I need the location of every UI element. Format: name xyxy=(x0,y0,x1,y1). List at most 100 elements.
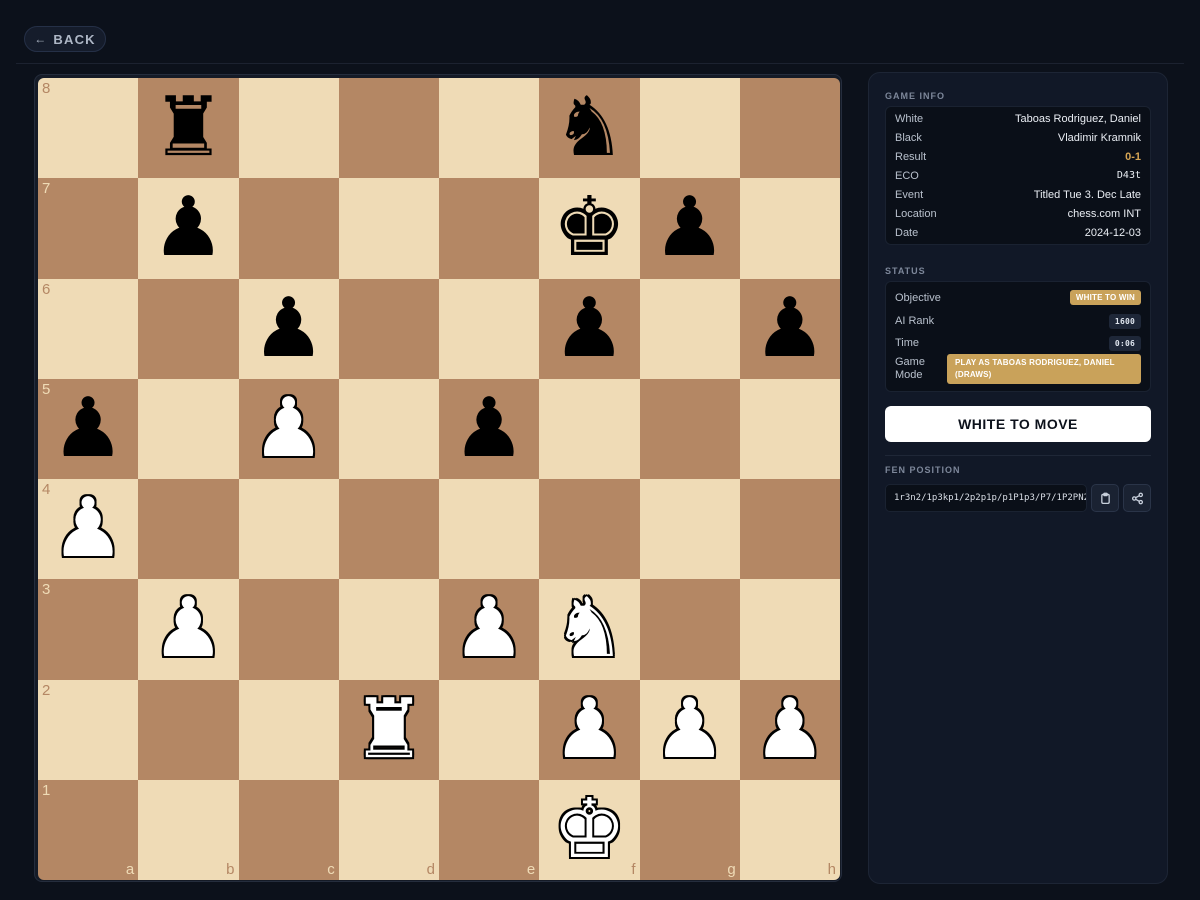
game-info-row: Date 2024-12-03 xyxy=(886,223,1150,242)
square-b2[interactable] xyxy=(138,679,239,780)
square-a1[interactable]: 1a xyxy=(38,779,139,880)
square-b8[interactable]: ♜ xyxy=(138,78,239,179)
square-g2[interactable]: ♟ xyxy=(639,679,740,780)
square-c7[interactable] xyxy=(238,178,339,279)
square-c8[interactable] xyxy=(238,78,339,179)
rank-label: 8 xyxy=(42,80,51,97)
square-c5[interactable]: ♟ xyxy=(238,378,339,479)
square-d7[interactable] xyxy=(338,178,439,279)
square-c6[interactable]: ♟ xyxy=(238,278,339,379)
share-button[interactable] xyxy=(1123,484,1151,512)
game-info-key: ECO xyxy=(895,169,919,182)
chessboard[interactable]: 8 ♜ ♞ 7 ♟ ♚ ♟ 6 ♟ ♟ ♟ 5 ♟ ♟ ♟ 4 ♟ 3 ♟ ♟ ♞ 2 ♜ ♟ ♟ ♟ 1 a b c d e f ♚ g h xyxy=(38,78,840,880)
square-e6[interactable] xyxy=(439,278,540,379)
square-h8[interactable] xyxy=(739,78,840,179)
square-e3[interactable]: ♟ xyxy=(439,579,540,680)
square-d5[interactable] xyxy=(338,378,439,479)
square-h4[interactable] xyxy=(739,479,840,580)
square-c3[interactable] xyxy=(238,579,339,680)
white-pawn-icon[interactable]: ♟ xyxy=(439,579,539,679)
square-c1[interactable]: c xyxy=(238,779,339,880)
black-king-icon[interactable]: ♚ xyxy=(539,178,639,278)
square-f8[interactable]: ♞ xyxy=(539,78,640,179)
square-e2[interactable] xyxy=(439,679,540,780)
square-g7[interactable]: ♟ xyxy=(639,178,740,279)
square-c2[interactable] xyxy=(238,679,339,780)
square-g8[interactable] xyxy=(639,78,740,179)
square-h1[interactable]: h xyxy=(739,779,840,880)
game-info-row: White Taboas Rodriguez, Daniel xyxy=(886,109,1150,128)
square-c4[interactable] xyxy=(238,479,339,580)
square-e5[interactable]: ♟ xyxy=(439,378,540,479)
white-pawn-icon[interactable]: ♟ xyxy=(740,680,840,780)
square-d1[interactable]: d xyxy=(338,779,439,880)
square-f7[interactable]: ♚ xyxy=(539,178,640,279)
square-h7[interactable] xyxy=(739,178,840,279)
white-pawn-icon[interactable]: ♟ xyxy=(539,680,639,780)
chessboard-frame: 8 ♜ ♞ 7 ♟ ♚ ♟ 6 ♟ ♟ ♟ 5 ♟ ♟ ♟ 4 ♟ 3 ♟ ♟ ♞ 2 ♜ ♟ ♟ ♟ 1 a b c d e f ♚ g h xyxy=(34,74,842,882)
square-b3[interactable]: ♟ xyxy=(138,579,239,680)
square-a7[interactable]: 7 xyxy=(38,178,139,279)
square-a5[interactable]: 5 ♟ xyxy=(38,378,139,479)
square-h6[interactable]: ♟ xyxy=(739,278,840,379)
square-e8[interactable] xyxy=(439,78,540,179)
game-info-value: Vladimir Kramnik xyxy=(1057,131,1141,144)
black-pawn-icon[interactable]: ♟ xyxy=(239,279,339,379)
square-b7[interactable]: ♟ xyxy=(138,178,239,279)
square-f3[interactable]: ♞ xyxy=(539,579,640,680)
back-button[interactable]: ← BACK xyxy=(24,26,106,52)
square-h2[interactable]: ♟ xyxy=(739,679,840,780)
square-a2[interactable]: 2 xyxy=(38,679,139,780)
square-d2[interactable]: ♜ xyxy=(338,679,439,780)
black-knight-icon[interactable]: ♞ xyxy=(539,78,639,178)
square-a8[interactable]: 8 xyxy=(38,78,139,179)
square-g3[interactable] xyxy=(639,579,740,680)
square-b6[interactable] xyxy=(138,278,239,379)
square-a6[interactable]: 6 xyxy=(38,278,139,379)
square-a3[interactable]: 3 xyxy=(38,579,139,680)
square-e1[interactable]: e xyxy=(439,779,540,880)
square-f2[interactable]: ♟ xyxy=(539,679,640,780)
white-pawn-icon[interactable]: ♟ xyxy=(640,680,740,780)
black-pawn-icon[interactable]: ♟ xyxy=(539,279,639,379)
black-pawn-icon[interactable]: ♟ xyxy=(640,178,740,278)
square-f6[interactable]: ♟ xyxy=(539,278,640,379)
square-g6[interactable] xyxy=(639,278,740,379)
square-g1[interactable]: g xyxy=(639,779,740,880)
white-king-icon[interactable]: ♚ xyxy=(539,780,639,880)
white-pawn-icon[interactable]: ♟ xyxy=(38,479,138,579)
square-f4[interactable] xyxy=(539,479,640,580)
black-rook-icon[interactable]: ♜ xyxy=(138,78,238,178)
square-g5[interactable] xyxy=(639,378,740,479)
square-h3[interactable] xyxy=(739,579,840,680)
square-e4[interactable] xyxy=(439,479,540,580)
square-a4[interactable]: 4 ♟ xyxy=(38,479,139,580)
square-b4[interactable] xyxy=(138,479,239,580)
black-pawn-icon[interactable]: ♟ xyxy=(38,379,138,479)
square-d6[interactable] xyxy=(338,278,439,379)
turn-indicator-button[interactable]: WHITE TO MOVE xyxy=(885,406,1151,442)
white-knight-icon[interactable]: ♞ xyxy=(539,579,639,679)
square-d3[interactable] xyxy=(338,579,439,680)
square-g4[interactable] xyxy=(639,479,740,580)
copy-fen-button[interactable] xyxy=(1091,484,1119,512)
square-b1[interactable]: b xyxy=(138,779,239,880)
fen-input[interactable]: 1r3n2/1p3kp1/2p2p1p/p1P1p3/P7/1P2PN2/3R1… xyxy=(885,484,1087,512)
white-rook-icon[interactable]: ♜ xyxy=(339,680,439,780)
square-b5[interactable] xyxy=(138,378,239,479)
game-info-title: GAME INFO xyxy=(885,91,945,101)
game-mode-row: Game Mode PLAY AS TABOAS RODRIGUEZ, DANI… xyxy=(886,354,1150,384)
square-d8[interactable] xyxy=(338,78,439,179)
black-pawn-icon[interactable]: ♟ xyxy=(439,379,539,479)
black-pawn-icon[interactable]: ♟ xyxy=(138,178,238,278)
rank-label: 3 xyxy=(42,581,51,599)
white-pawn-icon[interactable]: ♟ xyxy=(138,579,238,679)
file-label: a xyxy=(125,861,135,878)
square-e7[interactable] xyxy=(439,178,540,279)
square-f5[interactable] xyxy=(539,378,640,479)
square-h5[interactable] xyxy=(739,378,840,479)
square-d4[interactable] xyxy=(338,479,439,580)
black-pawn-icon[interactable]: ♟ xyxy=(740,279,840,379)
white-pawn-icon[interactable]: ♟ xyxy=(239,379,339,479)
square-f1[interactable]: f ♚ xyxy=(539,779,640,880)
